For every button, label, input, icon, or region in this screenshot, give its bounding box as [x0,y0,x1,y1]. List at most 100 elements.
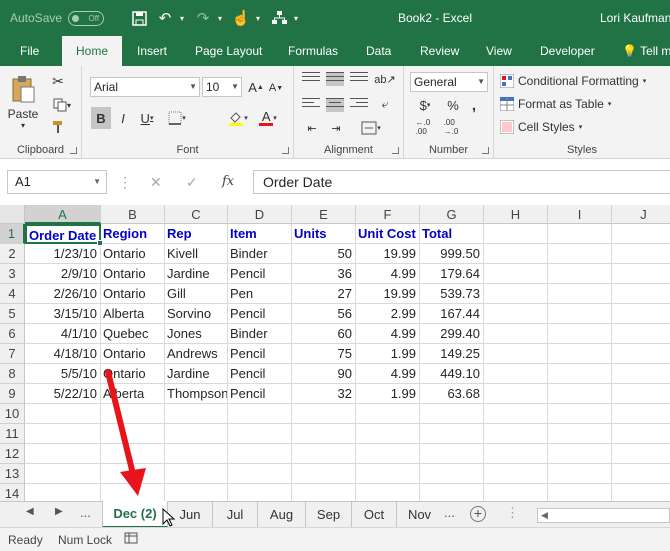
row-header-12[interactable]: 12 [0,444,25,464]
cell-a8[interactable]: 5/5/10 [25,364,101,384]
column-header-b[interactable]: B [101,205,165,224]
cell-c6[interactable]: Jones [165,324,228,344]
column-header-g[interactable]: G [420,205,484,224]
decrease-indent-icon[interactable]: ⇤ [302,120,322,136]
row-header-7[interactable]: 7 [0,344,25,364]
font-name-select[interactable]: Arial ▼ [90,77,200,97]
cell-f1[interactable]: Unit Cost [356,224,420,244]
empty-cell[interactable] [228,424,292,444]
cell-d6[interactable]: Binder [228,324,292,344]
empty-cell[interactable] [612,284,670,304]
cell-a9[interactable]: 5/22/10 [25,384,101,404]
empty-cell[interactable] [484,224,548,244]
cell-e3[interactable]: 36 [292,264,356,284]
column-header-h[interactable]: H [484,205,548,224]
empty-cell[interactable] [292,404,356,424]
cell-d8[interactable]: Pencil [228,364,292,384]
grow-font-button[interactable]: A ▲ [248,78,264,96]
cell-a7[interactable]: 4/18/10 [25,344,101,364]
empty-cell[interactable] [612,224,670,244]
name-box[interactable]: A1 ▼ [7,170,107,194]
undo-icon[interactable]: ↶ [154,7,176,29]
cell-f9[interactable]: 1.99 [356,384,420,404]
empty-cell[interactable] [548,404,612,424]
cell-c9[interactable]: Thompson [165,384,228,404]
borders-button[interactable]: ▾ [164,108,190,128]
empty-cell[interactable] [548,264,612,284]
empty-cell[interactable] [548,224,612,244]
row-header-3[interactable]: 3 [0,264,25,284]
empty-cell[interactable] [484,244,548,264]
cell-a3[interactable]: 2/9/10 [25,264,101,284]
column-header-d[interactable]: D [228,205,292,224]
cell-d1[interactable]: Item [228,224,292,244]
undo-dropdown-icon[interactable]: ▾ [180,14,188,23]
empty-cell[interactable] [484,464,548,484]
cell-f2[interactable]: 19.99 [356,244,420,264]
tell-me-search[interactable]: 💡 Tell m [622,36,670,66]
cell-c1[interactable]: Rep [165,224,228,244]
cell-d2[interactable]: Binder [228,244,292,264]
empty-cell[interactable] [548,244,612,264]
touch-mode-icon[interactable]: ☝ [230,7,252,29]
column-header-f[interactable]: F [356,205,420,224]
column-header-a[interactable]: A [25,205,101,224]
organization-chart-icon[interactable] [268,7,290,29]
empty-cell[interactable] [228,444,292,464]
font-launcher-icon[interactable] [282,147,289,154]
row-header-2[interactable]: 2 [0,244,25,264]
bold-button[interactable]: B [91,107,111,129]
paste-button[interactable]: Paste ▾ [6,72,40,132]
sheet-tab-sep[interactable]: Sep [306,502,352,528]
empty-cell[interactable] [25,424,101,444]
cell-f4[interactable]: 19.99 [356,284,420,304]
cell-g4[interactable]: 539.73 [420,284,484,304]
sheet-tab-nov[interactable]: Nov [397,502,442,528]
empty-cell[interactable] [165,464,228,484]
cell-c8[interactable]: Jardine [165,364,228,384]
cell-c2[interactable]: Kivell [165,244,228,264]
empty-cell[interactable] [292,424,356,444]
cell-b9[interactable]: Alberta [101,384,165,404]
cell-g2[interactable]: 999.50 [420,244,484,264]
fill-color-button[interactable]: ▾ [224,108,252,128]
empty-cell[interactable] [165,424,228,444]
copy-icon[interactable]: ▾ [48,96,76,114]
tab-insert[interactable]: Insert [137,36,167,66]
cell-e2[interactable]: 50 [292,244,356,264]
empty-cell[interactable] [612,304,670,324]
shrink-font-button[interactable]: A ▼ [268,80,284,96]
cell-g1[interactable]: Total [420,224,484,244]
cell-d7[interactable]: Pencil [228,344,292,364]
empty-cell[interactable] [484,264,548,284]
underline-button[interactable]: U ▾ [136,107,158,129]
cell-f8[interactable]: 4.99 [356,364,420,384]
empty-cell[interactable] [165,404,228,424]
empty-cell[interactable] [612,444,670,464]
empty-cell[interactable] [612,344,670,364]
empty-cell[interactable] [356,404,420,424]
sheet-tab-aug[interactable]: Aug [258,502,306,528]
tab-data[interactable]: Data [366,36,391,66]
cell-d3[interactable]: Pencil [228,264,292,284]
top-align-icon[interactable] [302,72,320,86]
cell-d4[interactable]: Pen [228,284,292,304]
empty-cell[interactable] [101,404,165,424]
empty-cell[interactable] [420,444,484,464]
cell-b5[interactable]: Alberta [101,304,165,324]
cell-b1[interactable]: Region [101,224,165,244]
merge-center-icon[interactable]: ▾ [356,120,386,136]
cell-b8[interactable]: Ontario [101,364,165,384]
new-sheet-icon[interactable]: + [470,506,486,522]
cell-g8[interactable]: 449.10 [420,364,484,384]
increase-indent-icon[interactable]: ⇥ [326,120,346,136]
empty-cell[interactable] [612,364,670,384]
macro-recording-icon[interactable] [124,531,138,548]
cell-e4[interactable]: 27 [292,284,356,304]
comma-button[interactable]: , [466,96,482,114]
empty-cell[interactable] [548,464,612,484]
tab-page-layout[interactable]: Page Layout [195,36,262,66]
empty-cell[interactable] [165,444,228,464]
row-header-9[interactable]: 9 [0,384,25,404]
cell-a4[interactable]: 2/26/10 [25,284,101,304]
